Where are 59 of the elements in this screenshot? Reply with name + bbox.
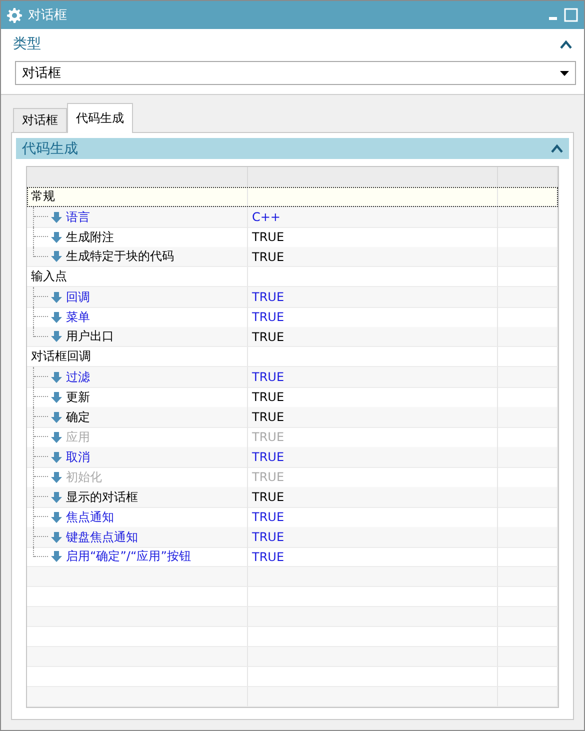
property-label[interactable]: 回调 [66, 288, 90, 306]
caret-icon[interactable] [560, 70, 569, 76]
property-label[interactable]: 菜单 [66, 308, 90, 326]
arrow-down-icon [51, 551, 62, 562]
property-value[interactable]: TRUE [252, 370, 284, 384]
property-value[interactable]: TRUE [252, 490, 284, 504]
column-header[interactable] [27, 167, 248, 188]
collapse-icon[interactable] [551, 144, 563, 153]
property-label[interactable]: 启用“确定”/“应用”按钮 [66, 548, 191, 565]
arrow-down-icon [51, 492, 62, 502]
arrow-down-icon [51, 232, 62, 242]
property-label[interactable]: 语言 [66, 208, 90, 226]
group-label: 对话框回调 [31, 348, 91, 365]
property-value[interactable]: TRUE [252, 410, 284, 424]
section-title: 类型 [13, 35, 41, 53]
collapse-icon[interactable] [560, 40, 572, 48]
property-value[interactable]: C++ [252, 210, 280, 224]
arrow-down-icon [51, 331, 62, 342]
property-label[interactable]: 确定 [66, 408, 90, 426]
arrow-down-icon [51, 212, 62, 222]
property-label[interactable]: 生成附注 [66, 228, 114, 246]
property-label[interactable]: 更新 [66, 388, 90, 406]
property-value[interactable]: TRUE [252, 510, 284, 524]
arrow-down-icon [51, 452, 62, 462]
arrow-down-icon [51, 372, 62, 382]
arrow-down-icon [51, 392, 62, 402]
property-value[interactable]: TRUE [252, 230, 284, 244]
property-value[interactable]: TRUE [252, 330, 284, 344]
arrow-down-icon [51, 512, 62, 522]
maximize-icon[interactable] [564, 8, 578, 22]
property-value[interactable]: TRUE [252, 530, 284, 544]
property-label[interactable]: 焦点通知 [66, 508, 114, 526]
property-value[interactable]: TRUE [252, 250, 284, 264]
group-label: 常规 [31, 188, 55, 205]
arrow-down-icon [51, 532, 62, 542]
arrow-down-icon [51, 292, 62, 302]
arrow-down-icon [51, 412, 62, 422]
property-value[interactable]: TRUE [252, 450, 284, 464]
arrow-down-icon [51, 251, 62, 262]
property-value[interactable]: TRUE [252, 290, 284, 304]
section-title: 代码生成 [22, 140, 78, 158]
arrow-down-icon [51, 472, 62, 482]
property-value[interactable]: TRUE [252, 390, 284, 404]
property-label[interactable]: 取消 [66, 448, 90, 466]
tab[interactable]: 对话框 [13, 108, 67, 132]
window-title: 对话框 [28, 7, 68, 24]
property-value[interactable]: TRUE [252, 550, 284, 564]
column-header[interactable] [498, 167, 558, 188]
arrow-down-icon [51, 432, 62, 442]
tab[interactable]: 代码生成 [67, 103, 133, 133]
group-label: 输入点 [31, 268, 67, 285]
column-header[interactable] [248, 167, 498, 188]
type-dropdown[interactable]: 对话框 [15, 61, 576, 85]
property-label[interactable]: 过滤 [66, 368, 90, 386]
group-row[interactable]: 常规 [27, 187, 558, 207]
settings-icon[interactable] [7, 8, 22, 22]
arrow-down-icon [51, 312, 62, 322]
property-label[interactable]: 用户出口 [66, 328, 114, 345]
property-value[interactable]: TRUE [252, 310, 284, 324]
